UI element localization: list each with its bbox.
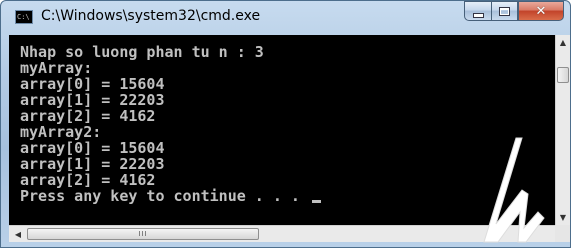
horizontal-scrollbar[interactable]: ◀ III xyxy=(9,225,555,242)
console-prompt-line: Press any key to continue . . . xyxy=(20,188,321,204)
console-line: array[1] = 22203 xyxy=(20,91,165,109)
console-line: myArray: xyxy=(20,59,93,77)
close-icon: ✕ xyxy=(535,3,547,19)
maximize-button[interactable] xyxy=(491,1,518,21)
console-line: myArray2: xyxy=(20,123,102,141)
scroll-up-arrow-icon[interactable]: ▲ xyxy=(556,35,570,50)
horizontal-scroll-thumb[interactable]: III xyxy=(27,228,259,240)
maximize-icon xyxy=(499,6,510,16)
window-title: C:\Windows\system32\cmd.exe xyxy=(41,8,261,24)
console-line: Nhap so luong phan tu n : 3 xyxy=(20,43,264,61)
watermark-logo-shape xyxy=(483,137,545,243)
watermark-logo xyxy=(483,137,545,243)
scroll-down-arrow-icon[interactable]: ▼ xyxy=(556,210,570,225)
caption-buttons: ✕ xyxy=(464,1,564,22)
console-lines: Nhap so luong phan tu n : 3 myArray: arr… xyxy=(20,44,321,204)
title-bar[interactable]: C:\ C:\Windows\system32\cmd.exe ✕ xyxy=(1,1,570,35)
console-output[interactable]: Nhap so luong phan tu n : 3 myArray: arr… xyxy=(9,35,555,225)
console-prompt: Press any key to continue . . . xyxy=(20,187,309,205)
cmd-app-icon[interactable]: C:\ xyxy=(15,10,33,24)
console-line: array[2] = 4162 xyxy=(20,107,156,125)
minimize-button[interactable] xyxy=(464,1,491,21)
text-cursor xyxy=(311,200,321,203)
console-line: array[1] = 22203 xyxy=(20,155,165,173)
console-line: array[0] = 15604 xyxy=(20,139,165,157)
close-button[interactable]: ✕ xyxy=(518,1,564,21)
scroll-left-arrow-icon[interactable]: ◀ xyxy=(11,227,25,242)
vertical-scroll-thumb[interactable] xyxy=(557,67,569,83)
console-line: array[0] = 15604 xyxy=(20,75,165,93)
minimize-icon xyxy=(472,12,484,18)
console-line: array[2] = 4162 xyxy=(20,171,156,189)
